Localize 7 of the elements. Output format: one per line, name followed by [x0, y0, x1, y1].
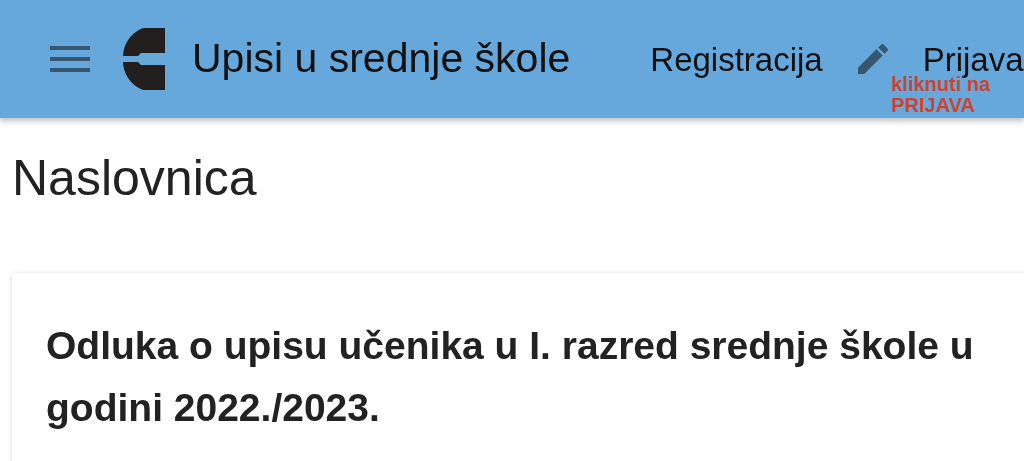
logo-icon	[123, 28, 165, 90]
menu-icon[interactable]	[50, 46, 90, 72]
page-title: Naslovnica	[12, 150, 258, 206]
nav-link[interactable]: Prijava	[922, 42, 1024, 76]
card-heading: Odluka o upisu učenika u I. razred srednje škole u godini 2022./2023.	[46, 323, 975, 431]
nav-link[interactable]: Registracija	[650, 42, 823, 76]
app-title: Upisi u srednje škole	[192, 34, 571, 84]
